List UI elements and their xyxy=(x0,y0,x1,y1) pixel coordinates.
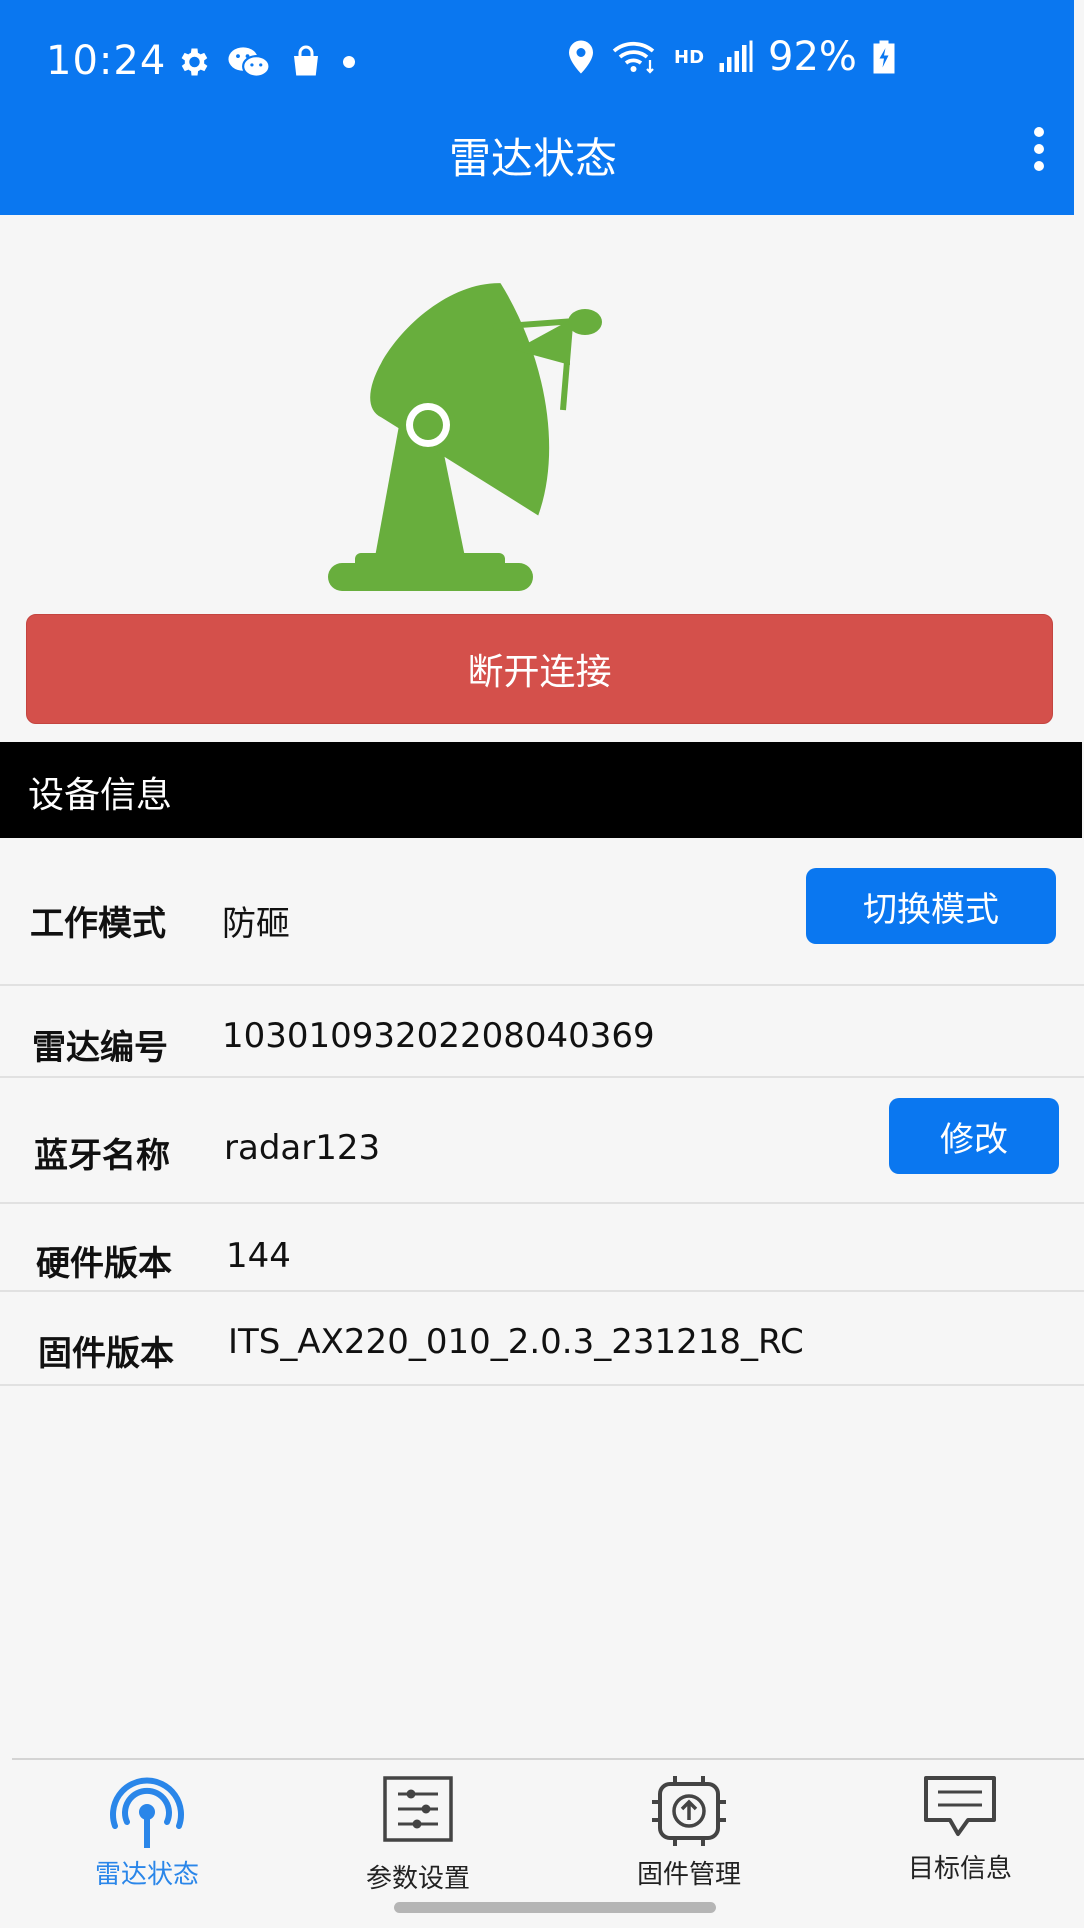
info-row-hardware-version: 硬件版本 144 xyxy=(0,1204,1084,1290)
wechat-icon xyxy=(228,47,271,78)
firmware-version-label: 固件版本 xyxy=(38,1334,174,1374)
disconnect-button[interactable]: 断开连接 xyxy=(26,614,1053,724)
battery-charging-icon xyxy=(873,40,895,74)
home-indicator[interactable] xyxy=(394,1902,716,1913)
status-time: 10:24 xyxy=(46,38,167,84)
more-options-button[interactable] xyxy=(1022,122,1056,178)
status-icons-left xyxy=(175,44,357,80)
notification-dot-icon xyxy=(343,56,355,68)
shopping-bag-icon xyxy=(294,45,318,76)
gear-icon xyxy=(181,48,208,76)
nav-label: 固件管理 xyxy=(636,1860,741,1890)
status-icons-right: HD 92% xyxy=(566,34,897,80)
location-pin-icon xyxy=(569,40,593,74)
info-row-firmware-version: 固件版本 ITS_AX220_010_2.0.3_231218_RC xyxy=(0,1292,1084,1384)
nav-item-parameter-settings[interactable]: 参数设置 xyxy=(318,1772,518,1894)
hardware-version-value: 144 xyxy=(226,1236,291,1276)
hd-indicator: HD xyxy=(674,46,705,68)
switch-mode-button[interactable]: 切换模式 xyxy=(806,868,1056,944)
info-row-bluetooth-name: 蓝牙名称 radar123 修改 xyxy=(0,1078,1084,1202)
firmware-version-value: ITS_AX220_010_2.0.3_231218_RC xyxy=(228,1322,804,1362)
top-app-bar: 10:24 HD 92% 雷达状态 xyxy=(0,0,1074,215)
nav-item-radar-status[interactable]: 雷达状态 xyxy=(47,1772,247,1892)
page-title: 雷达状态 xyxy=(448,134,617,183)
message-icon xyxy=(924,1776,996,1836)
nav-label: 雷达状态 xyxy=(94,1860,199,1890)
edit-bluetooth-name-button[interactable]: 修改 xyxy=(889,1098,1059,1174)
signal-icon xyxy=(719,40,753,72)
radar-id-value: 1030109320220804036​9 xyxy=(222,1016,655,1056)
bottom-nav-divider xyxy=(12,1758,1084,1760)
status-bar: 10:24 HD 92% xyxy=(0,0,1074,120)
bluetooth-name-value: radar123 xyxy=(224,1128,381,1168)
chip-upload-icon xyxy=(652,1776,726,1846)
nav-item-firmware-management[interactable]: 固件管理 xyxy=(589,1772,789,1892)
section-title: 设备信息 xyxy=(28,775,173,816)
bluetooth-name-label: 蓝牙名称 xyxy=(34,1136,170,1176)
work-mode-value: 防砸 xyxy=(222,904,290,944)
more-vertical-icon xyxy=(1034,127,1044,171)
device-info-header: 设备信息 xyxy=(0,742,1082,838)
work-mode-label: 工作模式 xyxy=(30,904,166,944)
radar-id-label: 雷达编号 xyxy=(32,1028,168,1068)
nav-label: 参数设置 xyxy=(365,1864,470,1894)
battery-percent: 92% xyxy=(768,34,857,80)
row-divider xyxy=(0,1384,1084,1386)
hardware-version-label: 硬件版本 xyxy=(36,1244,172,1284)
sliders-icon xyxy=(383,1776,453,1842)
radar-dish-icon xyxy=(328,283,602,591)
nav-item-target-info[interactable]: 目标信息 xyxy=(860,1772,1060,1892)
wifi-icon xyxy=(612,41,655,74)
nav-label: 目标信息 xyxy=(907,1854,1012,1884)
info-row-work-mode: 工作模式 防砸 切换模式 xyxy=(0,838,1084,986)
radar-signal-icon xyxy=(110,1777,184,1848)
info-row-radar-id: 雷达编号 1030109320220804036​9 xyxy=(0,986,1084,1076)
